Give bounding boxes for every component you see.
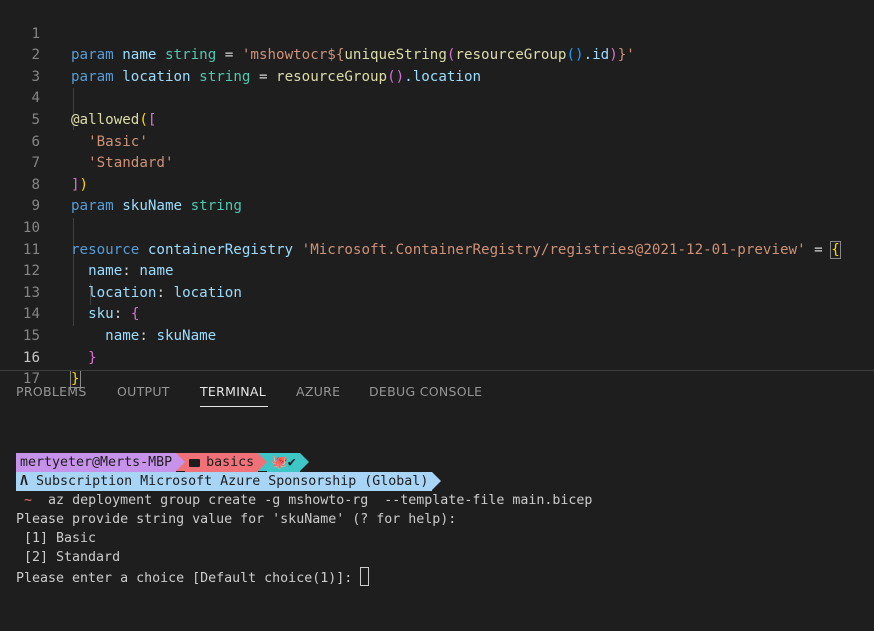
- code-editor[interactable]: 1 param name string = 'mshowtocr${unique…: [0, 0, 874, 389]
- command-line: ~ az deployment group create -g mshowto-…: [24, 493, 593, 508]
- code-line: 4 @allowed([: [0, 67, 874, 128]
- prompt-git-segment: 🐙✔: [267, 453, 300, 472]
- input-line[interactable]: Please enter a choice [Default choice(1)…: [16, 567, 370, 586]
- segment-separator: [432, 472, 442, 490]
- code-line: 2 param location string = resourceGroup(…: [0, 24, 874, 85]
- code-line: 6 'Standard': [0, 110, 874, 172]
- subscription-line: Λ Subscription Microsoft Azure Sponsorsh…: [16, 472, 442, 491]
- terminal-view[interactable]: mertyeter@Merts-MBP basics 🐙✔ Λ Subscripti…: [0, 411, 874, 631]
- tab-debug-console[interactable]: DEBUG CONSOLE: [369, 384, 482, 399]
- code-line: 5 'Basic': [0, 88, 874, 150]
- output-line: [1] Basic: [16, 531, 97, 546]
- output-line: Please provide string value for 'skuName…: [16, 512, 457, 527]
- code-line: 7 ]): [0, 132, 874, 193]
- code-line: 14 name: skuName: [0, 283, 874, 344]
- subscription-segment: Λ Subscription Microsoft Azure Sponsorsh…: [16, 472, 433, 491]
- code-line: 10 resource containerRegistry 'Microsoft…: [0, 196, 874, 259]
- code-line: 13 sku: {: [0, 261, 874, 323]
- tab-output[interactable]: OUTPUT: [117, 384, 170, 399]
- code-line: 1 param name string = 'mshowtocr${unique…: [0, 2, 874, 64]
- code-line: 12 location: location: [0, 240, 874, 301]
- segment-separator: [176, 453, 186, 471]
- prompt-dir-segment: basics: [185, 453, 259, 472]
- code-line: 9: [0, 175, 874, 214]
- code-line: 17: [0, 348, 874, 387]
- code-line: 8 param skuName string: [0, 153, 874, 215]
- tab-azure[interactable]: AZURE: [296, 384, 340, 399]
- code-line-active: 16 }: [0, 326, 874, 389]
- tab-problems[interactable]: PROBLEMS: [16, 384, 87, 399]
- segment-separator: [258, 453, 268, 471]
- code-line: 15 }: [0, 304, 874, 366]
- output-line: [2] Standard: [16, 550, 121, 565]
- segment-separator: [299, 453, 309, 471]
- azure-icon: Λ: [20, 474, 29, 489]
- tab-terminal[interactable]: TERMINAL: [200, 384, 266, 399]
- folder-icon: [189, 459, 201, 467]
- code-line: 11 name: name: [0, 218, 874, 280]
- prompt-line: mertyeter@Merts-MBP basics 🐙✔: [16, 453, 309, 472]
- terminal-cursor: [360, 567, 370, 586]
- prompt-user-segment: mertyeter@Merts-MBP: [16, 453, 177, 472]
- active-tab-indicator: [200, 406, 268, 407]
- panel-tabs: PROBLEMS OUTPUT TERMINAL AZURE DEBUG CON…: [0, 371, 874, 411]
- code-line: 3: [0, 45, 874, 85]
